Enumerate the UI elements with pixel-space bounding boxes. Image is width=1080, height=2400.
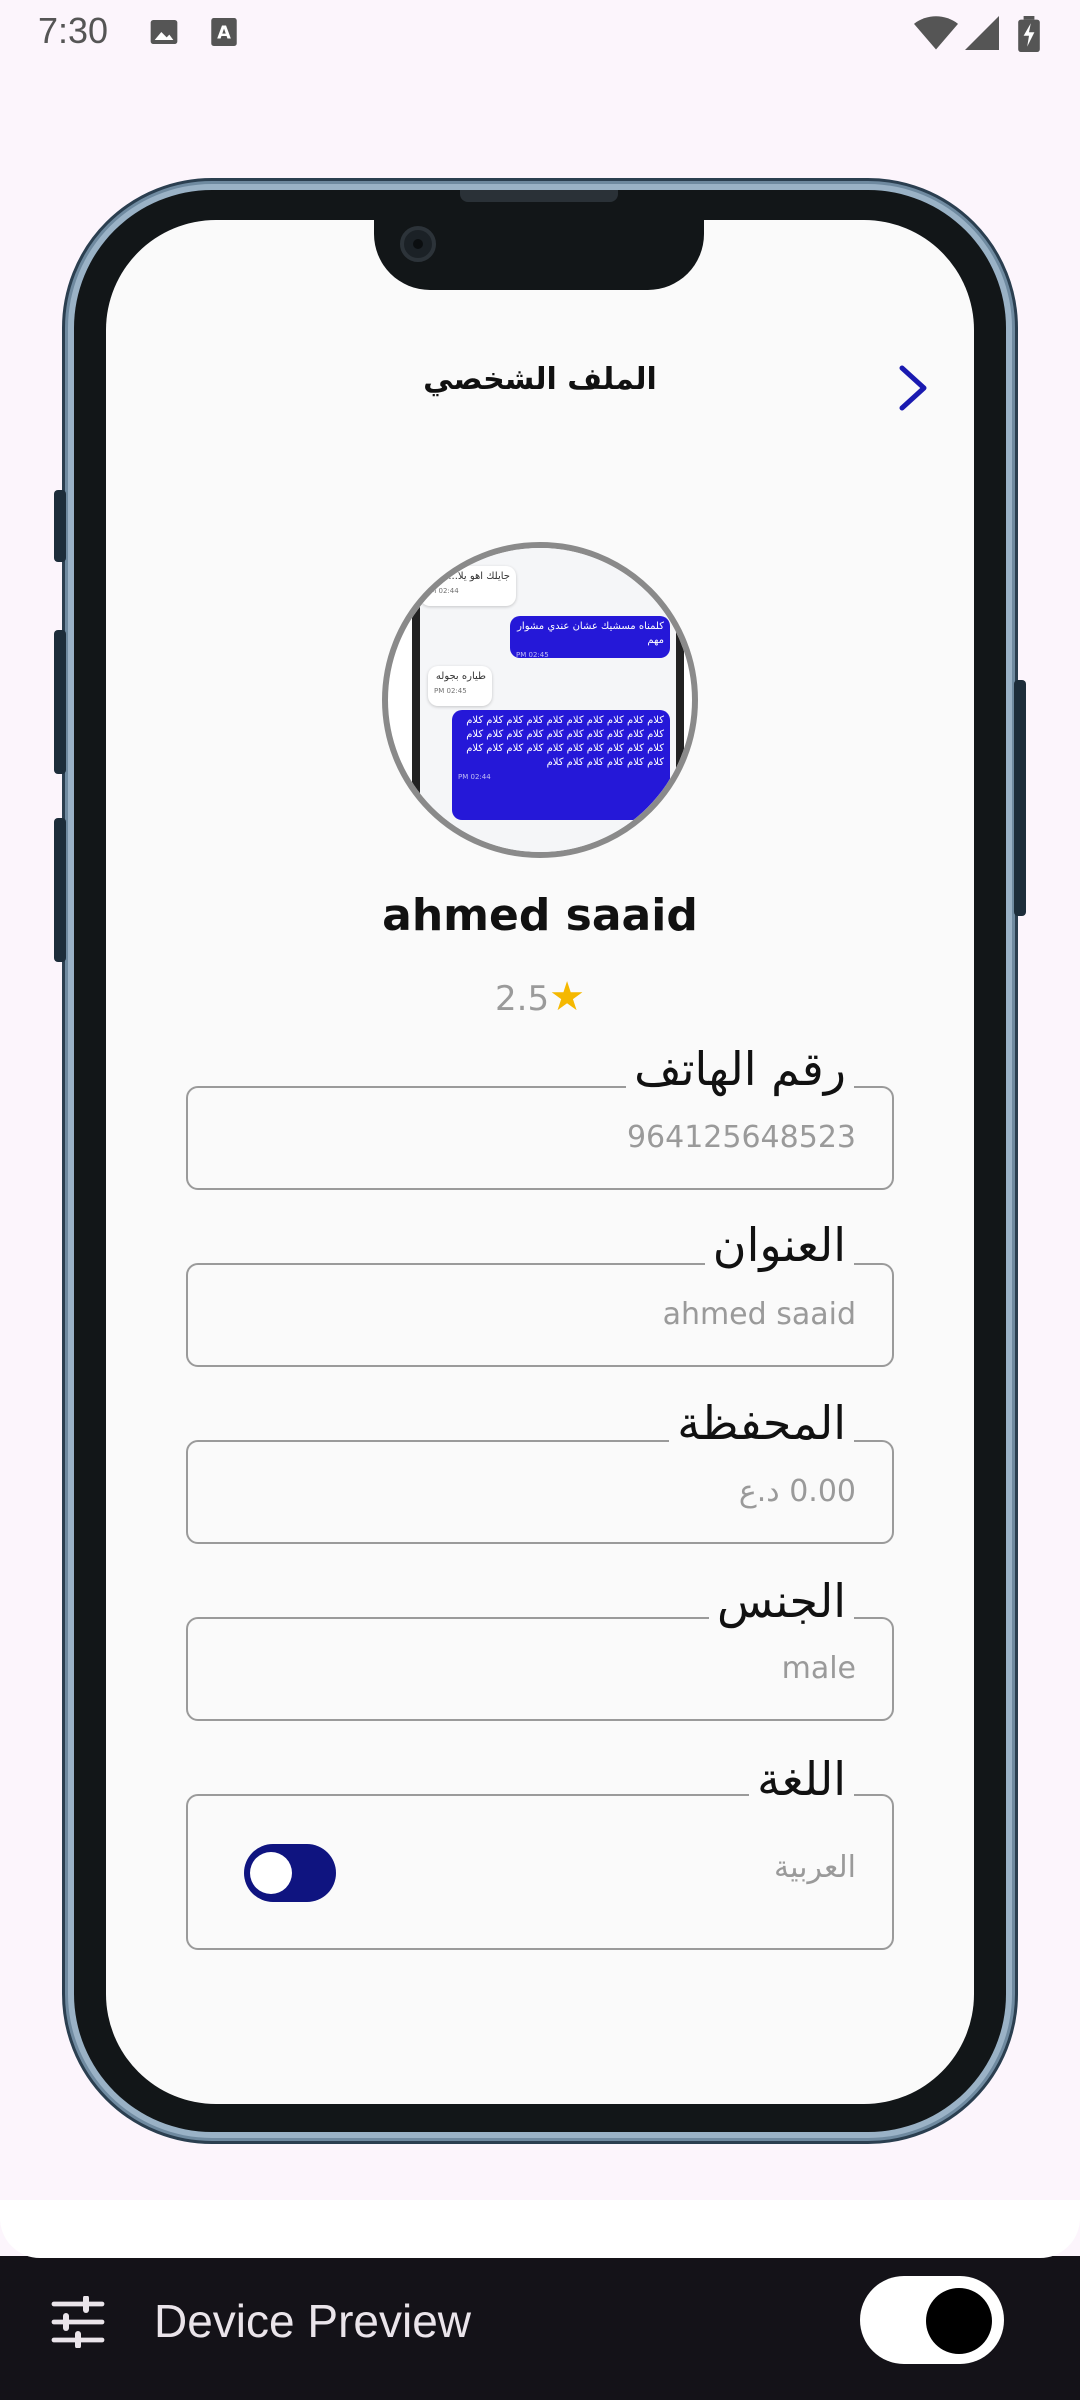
language-value: العربية: [774, 1850, 856, 1885]
image-icon: [148, 16, 180, 52]
gender-field[interactable]: male: [186, 1617, 894, 1721]
chat-bubble: كلمناه مسشيك عشان عندي مشوار مهم PM 02:4…: [510, 616, 670, 658]
language-label: اللغة: [749, 1752, 854, 1806]
star-icon: ★: [549, 974, 585, 1020]
chevron-right-icon[interactable]: [888, 360, 938, 416]
rating-value: 2.5: [495, 979, 550, 1019]
address-value: ahmed saaid: [662, 1297, 856, 1332]
side-button-power: [1014, 680, 1026, 916]
text-a-icon: A: [210, 16, 238, 52]
username: ahmed saaid: [382, 890, 698, 941]
avatar[interactable]: جايلك اهو يلا... PM 02:44 كلمناه مسشيك ع…: [382, 542, 698, 858]
svg-text:A: A: [217, 22, 231, 43]
battery-charging-icon: [1018, 16, 1040, 56]
signal-icon: [964, 16, 1000, 54]
phone-field[interactable]: 964125648523: [186, 1086, 894, 1190]
side-button-silent: [54, 490, 66, 562]
wallet-value: 0.00 د.ع: [738, 1474, 856, 1509]
gender-value: male: [781, 1651, 856, 1686]
avatar-chat-preview: جايلك اهو يلا... PM 02:44 كلمناه مسشيك ع…: [412, 548, 684, 852]
wifi-icon: [914, 16, 958, 54]
chat-bubble: طياره بجوله PM 02:45: [428, 666, 492, 706]
chat-bubble: كلام كلام كلام كلام كلام كلام كلام كلام …: [452, 710, 670, 820]
preview-area-bottom: [0, 2200, 1080, 2258]
status-bar: 7:30 A: [0, 0, 1080, 66]
chat-bubble: جايلك اهو يلا... PM 02:44: [420, 566, 516, 606]
wallet-field[interactable]: 0.00 د.ع: [186, 1440, 894, 1544]
phone-label: رقم الهاتف: [626, 1042, 854, 1096]
rating: 2.5★: [0, 974, 1080, 1020]
side-button-volume-up: [54, 630, 66, 774]
gender-label: الجنس: [708, 1574, 854, 1628]
device-preview-title: Device Preview: [154, 2295, 471, 2347]
device-preview-switch-knob[interactable]: [926, 2288, 992, 2354]
language-toggle-knob[interactable]: [250, 1852, 292, 1894]
device-speaker: [460, 190, 618, 202]
camera-icon: [400, 226, 436, 262]
address-label: العنوان: [704, 1218, 854, 1272]
wallet-label: المحفظة: [669, 1396, 854, 1450]
sliders-icon[interactable]: [50, 2295, 106, 2349]
status-time: 7:30: [38, 10, 109, 51]
phone-value: 964125648523: [626, 1120, 856, 1155]
address-field[interactable]: ahmed saaid: [186, 1263, 894, 1367]
